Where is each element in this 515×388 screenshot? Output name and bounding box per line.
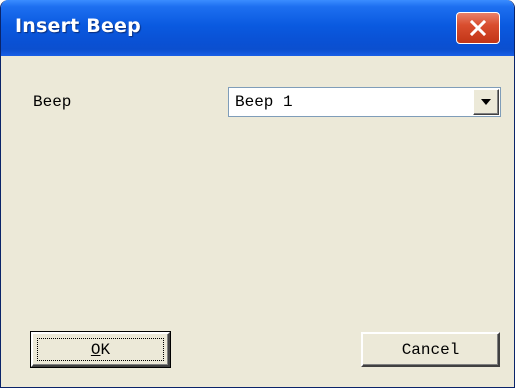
beep-label: Beep — [33, 93, 72, 111]
dropdown-arrow-button[interactable] — [473, 89, 499, 115]
close-icon — [469, 20, 487, 36]
ok-focus-ring: OK — [37, 338, 164, 361]
cancel-button[interactable]: Cancel — [361, 332, 500, 367]
dialog-title: Insert Beep — [15, 15, 141, 37]
title-bar[interactable]: Insert Beep — [1, 0, 514, 56]
ok-label: OK — [90, 340, 111, 359]
insert-beep-dialog: Insert Beep Beep Beep 1 OK Cancel — [0, 0, 515, 388]
close-button[interactable] — [456, 12, 500, 44]
cancel-label: Cancel — [401, 340, 460, 359]
beep-select-value: Beep 1 — [235, 93, 293, 111]
chevron-down-icon — [480, 93, 492, 111]
ok-button[interactable]: OK — [30, 331, 171, 368]
beep-select[interactable]: Beep 1 — [228, 87, 501, 117]
